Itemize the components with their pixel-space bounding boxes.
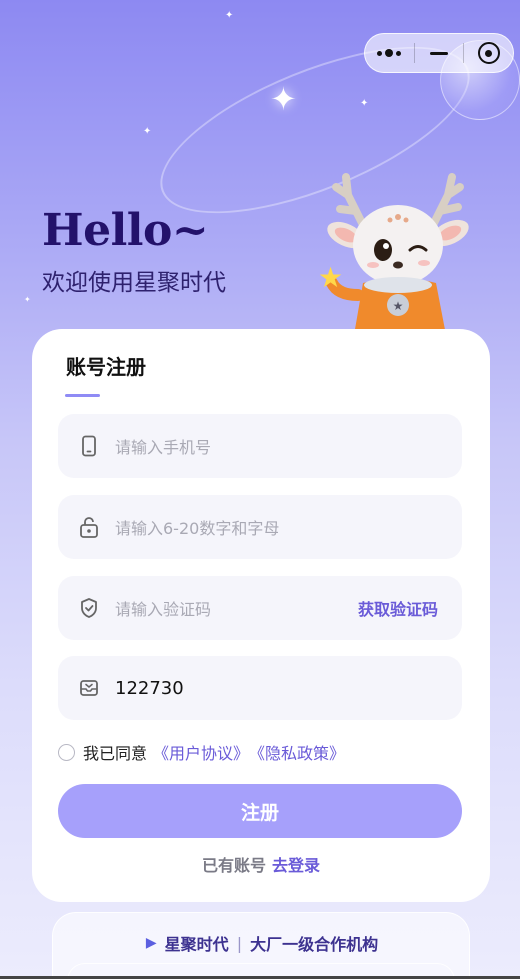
svg-text:★: ★ [318, 261, 343, 294]
mini-program-capsule [364, 33, 514, 73]
title-underline [65, 394, 100, 397]
phone-field[interactable]: 请输入手机号 [58, 414, 462, 478]
login-prompt-text: 已有账号 [201, 856, 266, 875]
more-dots-icon [377, 49, 402, 57]
inbox-icon [78, 677, 100, 699]
form-title: 账号注册 [66, 355, 146, 379]
minus-icon [430, 51, 448, 55]
sparkle-icon: ✦ [24, 295, 31, 304]
sparkle-icon: ✦ [225, 10, 234, 21]
shield-icon [78, 597, 100, 619]
password-field[interactable]: 请输入6-20数字和字母 [58, 495, 462, 559]
target-circle-icon [477, 42, 500, 64]
hero-welcome: 欢迎使用星聚时代 [42, 270, 226, 296]
sparkle-icon: ✦ [143, 126, 152, 137]
agreement-prefix: 我已同意 [83, 744, 148, 763]
code-field[interactable]: 请输入验证码 获取验证码 [58, 576, 462, 640]
register-card: 账号注册 请输入手机号 请输入6-20数字和字母 请输入验证码 获取验证码 12… [32, 329, 490, 902]
register-button[interactable]: 注册 [58, 784, 462, 838]
user-agreement-link[interactable]: 《用户协议》 [153, 740, 249, 764]
login-prompt-row: 已有账号 去登录 [32, 852, 490, 876]
sparkle-icon: ✦ [270, 80, 297, 118]
close-button[interactable] [464, 34, 513, 72]
partner-tagline-row: ▶ 星聚时代 | 大厂一级合作机构 [53, 931, 471, 955]
partner-separator: | [236, 933, 243, 953]
lock-icon [78, 516, 100, 538]
invite-code-field[interactable]: 122730 [58, 656, 462, 720]
privacy-policy-link[interactable]: 《隐私政策》 [249, 740, 345, 764]
sparkle-icon: ✦ [360, 98, 369, 109]
partner-brand: 星聚时代 [164, 935, 229, 954]
phone-placeholder: 请输入手机号 [115, 438, 212, 457]
svg-text:★: ★ [393, 299, 404, 313]
deer-mascot-illustration: ★ ★ [318, 173, 469, 335]
agreement-row: 我已同意 《用户协议》 《隐私政策》 [58, 740, 345, 764]
phone-icon [78, 435, 100, 457]
login-link[interactable]: 去登录 [272, 856, 320, 875]
minimize-button[interactable] [415, 34, 464, 72]
code-placeholder: 请输入验证码 [115, 600, 212, 619]
password-placeholder: 请输入6-20数字和字母 [115, 519, 280, 538]
invite-code-value: 122730 [115, 677, 184, 699]
agreement-checkbox[interactable] [58, 743, 75, 761]
partner-tagline: 大厂一级合作机构 [250, 935, 379, 954]
partner-card: ▶ 星聚时代 | 大厂一级合作机构 [52, 912, 470, 979]
get-code-button[interactable]: 获取验证码 [358, 596, 438, 620]
play-triangle-icon: ▶ [145, 935, 157, 951]
more-button[interactable] [365, 34, 414, 72]
hero-greeting: Hello~ [42, 205, 209, 256]
